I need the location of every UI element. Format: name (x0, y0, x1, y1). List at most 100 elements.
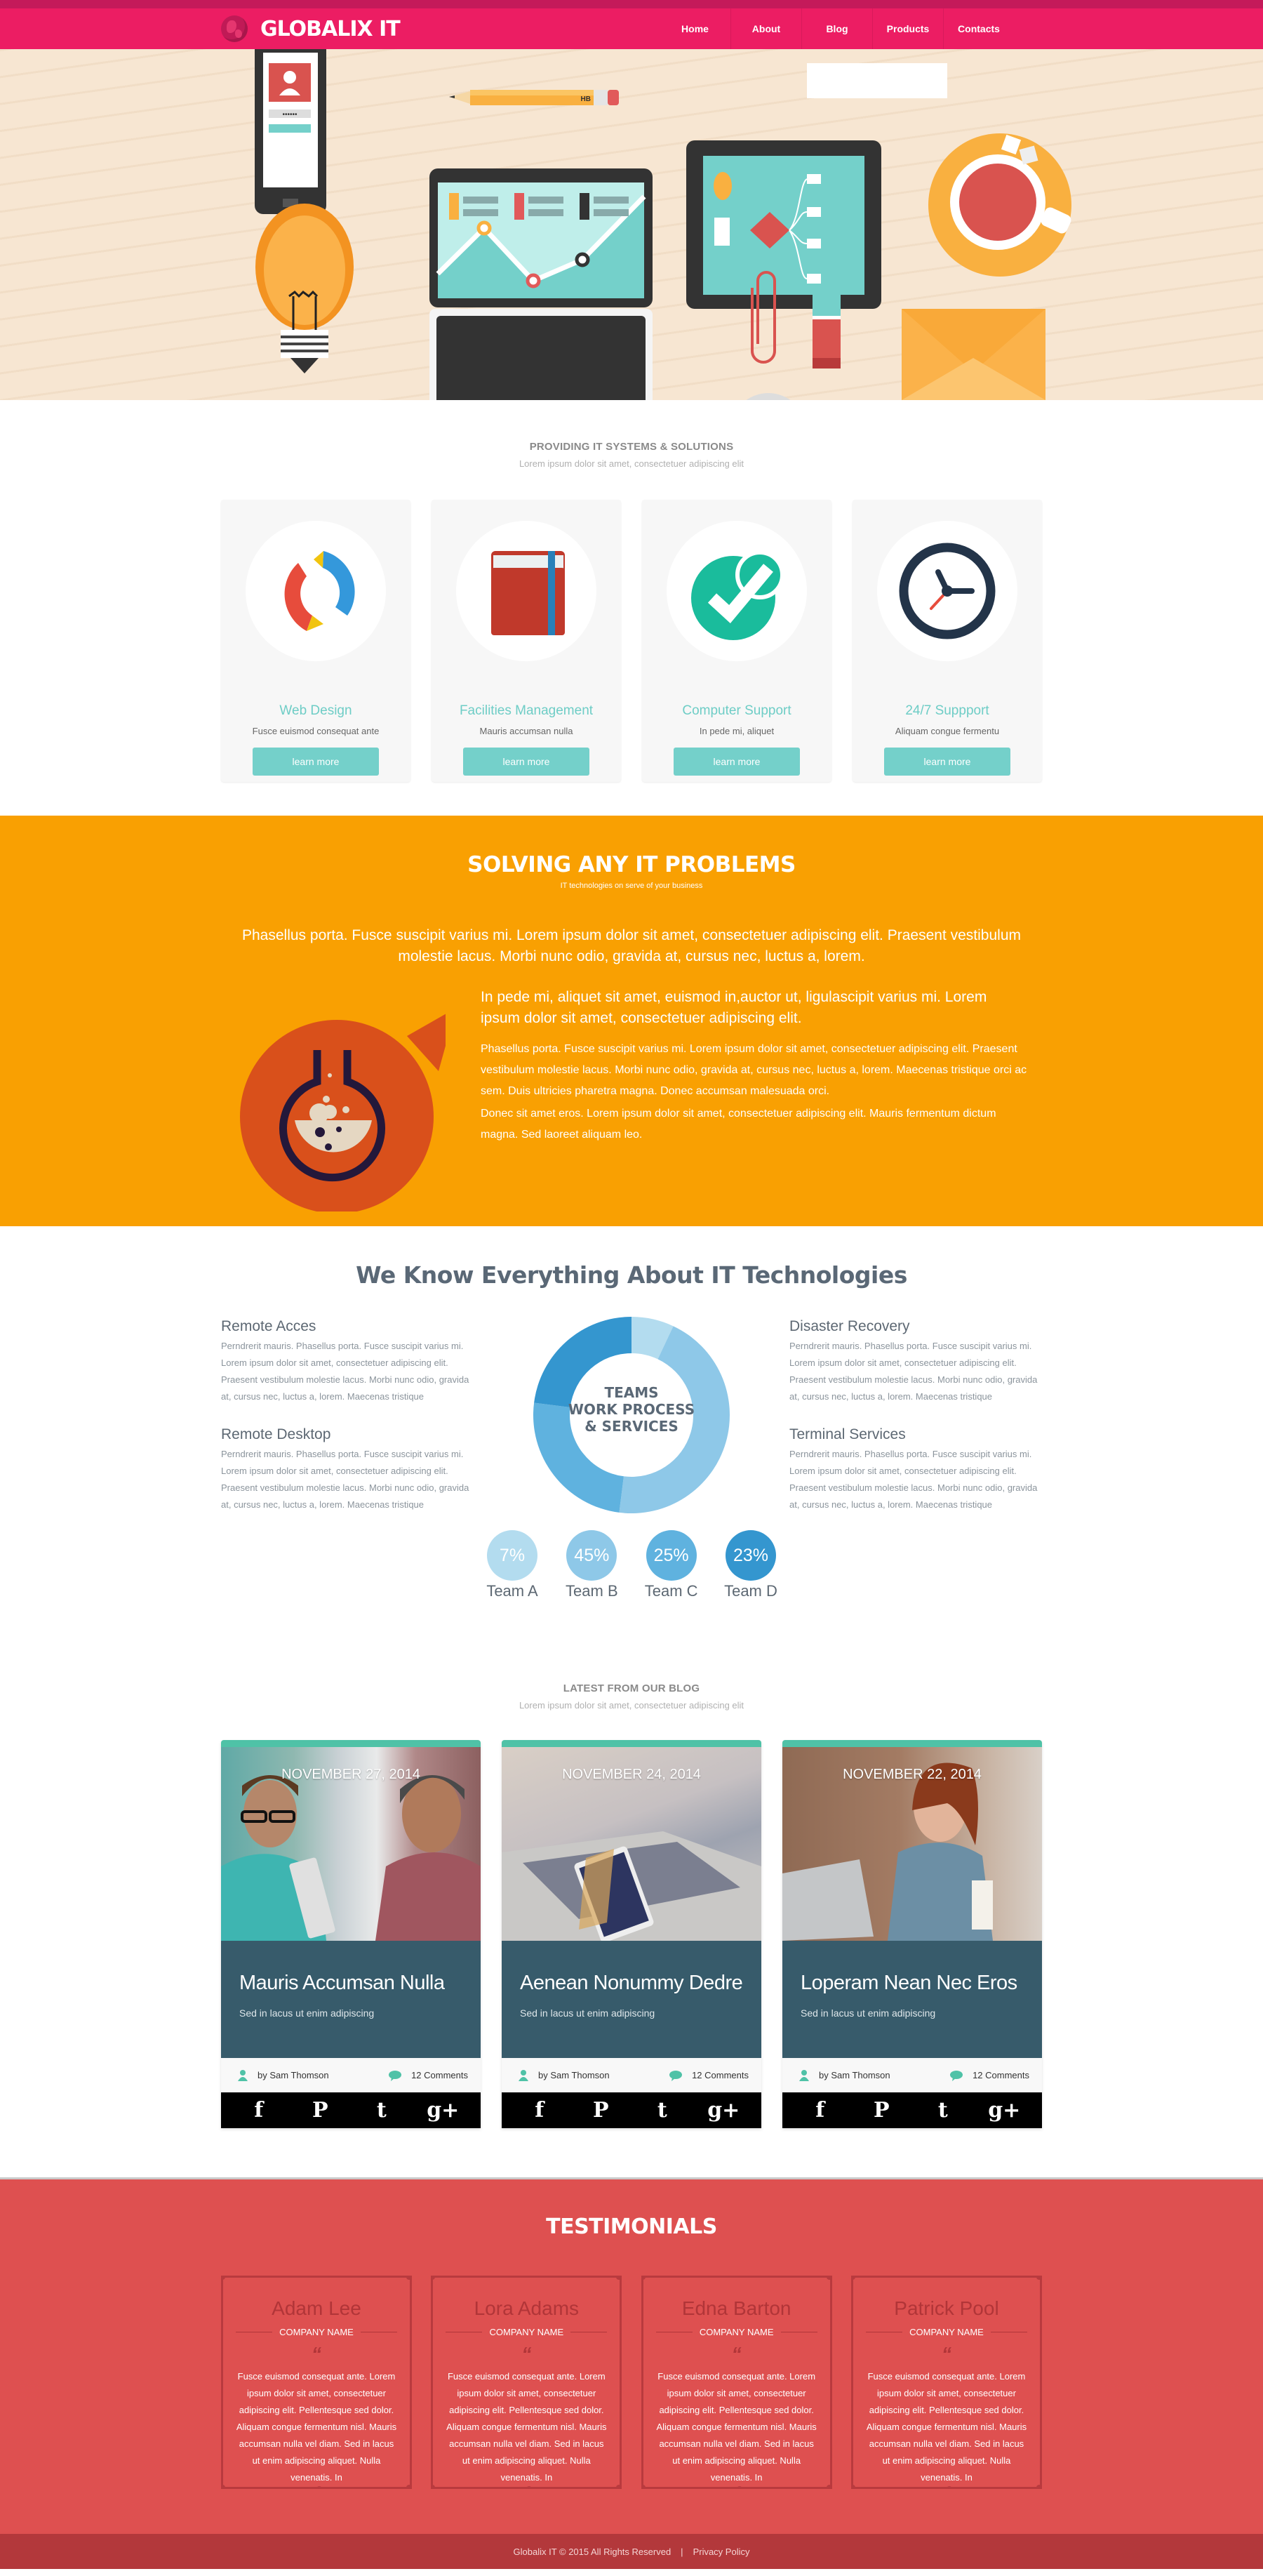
two-men-at-office-photo[interactable]: NOVEMBER 27, 2014 (221, 1747, 481, 1941)
nav-about[interactable]: About (730, 8, 801, 49)
site-header: GLOBALIX IT Home About Blog Products Con… (0, 8, 1263, 49)
social-share-bar: f P t g+ (502, 2092, 761, 2128)
service-text: Aliquam congue fermentu (895, 726, 1000, 736)
learn-more-button[interactable]: learn more (674, 748, 800, 776)
quote-icon: “ (941, 2343, 951, 2365)
logo[interactable]: GLOBALIX IT (221, 15, 401, 42)
testimonial-text: Fusce euismod consequat ante. Lorem ipsu… (866, 2371, 1027, 2483)
solving-paragraph: Phasellus porta. Fusce suscipit varius m… (481, 1043, 1027, 1097)
learn-more-button[interactable]: learn more (463, 748, 589, 776)
post-body: Mauris Accumsan Nulla Sed in lacus ut en… (221, 1941, 481, 2058)
percent-badge: 25% (646, 1530, 697, 1581)
legend-item: 45% Team B (563, 1530, 620, 1600)
nav-blog[interactable]: Blog (801, 8, 872, 49)
testimonial-name: Edna Barton (681, 2297, 791, 2319)
nav-home[interactable]: Home (660, 8, 730, 49)
google-plus-icon[interactable]: g+ (422, 2098, 464, 2123)
site-footer: Globalix IT © 2015 All Rights Reserved |… (0, 2534, 1263, 2569)
solving-subtitle: IT technologies on serve of your busines… (560, 882, 703, 890)
legend-item: 7% Team A (484, 1530, 540, 1600)
post-accent-bar (221, 1740, 481, 1747)
post-meta: by Sam Thomson 12 Comments (782, 2058, 1042, 2092)
social-share-bar: f P t g+ (221, 2092, 481, 2128)
nav-products[interactable]: Products (872, 8, 943, 49)
twitter-icon[interactable]: t (922, 2098, 964, 2123)
post-author[interactable]: by Sam Thomson (819, 2070, 890, 2080)
facebook-icon[interactable]: f (238, 2098, 280, 2123)
pinterest-icon[interactable]: P (860, 2098, 902, 2123)
post-accent-bar (502, 1740, 761, 1747)
percent-badge: 7% (487, 1530, 537, 1581)
woman-with-laptop-photo[interactable]: NOVEMBER 22, 2014 (782, 1747, 1042, 1941)
post-title[interactable]: Loperam Nean Nec Eros (801, 1972, 1042, 1995)
post-date: NOVEMBER 22, 2014 (843, 1767, 982, 1782)
envelope-icon (902, 309, 1045, 400)
twitter-icon[interactable]: t (641, 2098, 683, 2123)
tech-section: We Know Everything About IT Technologies… (0, 1226, 1263, 1640)
testimonial-text: Fusce euismod consequat ante. Lorem ipsu… (446, 2371, 607, 2483)
footer-separator: | (681, 2546, 683, 2557)
copyright: Globalix IT © 2015 All Rights Reserved (513, 2546, 671, 2557)
nav-contacts[interactable]: Contacts (943, 8, 1014, 49)
post-comments[interactable]: 12 Comments (973, 2070, 1029, 2080)
comment-icon (950, 2070, 963, 2081)
company-name: COMPANY NAME (699, 2327, 774, 2337)
post-excerpt: Sed in lacus ut enim adipiscing (239, 2007, 375, 2019)
donut-center-label: TEAMS WORK PROCESS & SERVICES (568, 1384, 695, 1435)
coffee-cup-icon (928, 133, 1071, 277)
comment-icon (389, 2070, 402, 2081)
testimonial-card: Lora Adams COMPANY NAME “ Fusce euismod … (431, 2276, 622, 2489)
pinterest-icon[interactable]: P (299, 2098, 341, 2123)
facebook-icon[interactable]: f (799, 2098, 841, 2123)
service-card: Computer Support In pede mi, aliquet lea… (642, 500, 831, 782)
teams-chart: TEAMS WORK PROCESS & SERVICES 7% Team A 45… (477, 1317, 786, 1600)
post-comments[interactable]: 12 Comments (411, 2070, 468, 2080)
blog-post: NOVEMBER 27, 2014 Mauris Accumsan Nulla … (221, 1740, 481, 2128)
tablet-icon (686, 140, 881, 309)
light-bulb-icon (255, 204, 354, 373)
post-author[interactable]: by Sam Thomson (538, 2070, 610, 2080)
testimonial-card: Patrick Pool COMPANY NAME “ Fusce euismo… (850, 2276, 1042, 2489)
testimonials-section: TESTIMONIALS Adam Lee COMPANY NAME “ Fus… (0, 2177, 1263, 2534)
feature-text: Perndrerit mauris. Phasellus porta. Fusc… (221, 1449, 469, 1510)
service-title: Computer Support (682, 703, 791, 718)
feature-text: Perndrerit mauris. Phasellus porta. Fusc… (789, 1449, 1038, 1510)
book-icon (491, 551, 565, 635)
tape-roll (746, 393, 791, 400)
learn-more-button[interactable]: learn more (884, 748, 1010, 776)
google-plus-icon[interactable]: g+ (702, 2098, 744, 2123)
service-title: Facilities Management (459, 703, 594, 718)
testimonials-title: TESTIMONIALS (546, 2215, 717, 2239)
solving-title: SOLVING ANY IT PROBLEMS (467, 852, 796, 877)
feature-item: Disaster Recovery Perndrerit mauris. Pha… (789, 1318, 1042, 1405)
testimonial-card: Adam Lee COMPANY NAME “ Fusce euismod co… (221, 2276, 412, 2489)
privacy-policy-link[interactable]: Privacy Policy (693, 2547, 750, 2557)
post-date: NOVEMBER 24, 2014 (562, 1767, 701, 1782)
service-text: Mauris accumsan nulla (479, 726, 573, 736)
laptop-and-phone-photo[interactable]: NOVEMBER 24, 2014 (502, 1747, 761, 1941)
post-title[interactable]: Mauris Accumsan Nulla (239, 1972, 481, 1995)
feature-title: Remote Acces (221, 1318, 316, 1334)
facebook-icon[interactable]: f (519, 2098, 561, 2123)
testimonial-text: Fusce euismod consequat ante. Lorem ipsu… (236, 2371, 397, 2483)
pencil-icon: HB (449, 90, 619, 105)
google-plus-icon[interactable]: g+ (983, 2098, 1025, 2123)
services-title: PROVIDING IT SYSTEMS & SOLUTIONS (529, 441, 734, 453)
company-name: COMPANY NAME (489, 2327, 564, 2337)
post-comments[interactable]: 12 Comments (692, 2070, 749, 2080)
service-card: 24/7 Suppport Aliquam congue fermentu le… (853, 500, 1042, 782)
quote-icon: “ (731, 2343, 742, 2365)
learn-more-button[interactable]: learn more (253, 748, 379, 776)
pinterest-icon[interactable]: P (580, 2098, 622, 2123)
company-name: COMPANY NAME (279, 2327, 354, 2337)
post-author[interactable]: by Sam Thomson (258, 2070, 329, 2080)
tech-title: We Know Everything About IT Technologies (356, 1261, 907, 1289)
solving-lead: Phasellus porta. Fusce suscipit varius m… (242, 927, 1021, 964)
feature-item: Remote Desktop Perndrerit mauris. Phasel… (221, 1426, 477, 1513)
post-title[interactable]: Aenean Nonummy Dedre (520, 1972, 761, 1995)
twitter-icon[interactable]: t (361, 2098, 403, 2123)
hero-banner: •••••• HB (0, 49, 1263, 400)
chart-legend: 7% Team A 45% Team B 25% Team C 23% Team D (484, 1530, 779, 1600)
service-title: Web Design (279, 703, 352, 718)
brand-name: GLOBALIX IT (260, 16, 401, 41)
